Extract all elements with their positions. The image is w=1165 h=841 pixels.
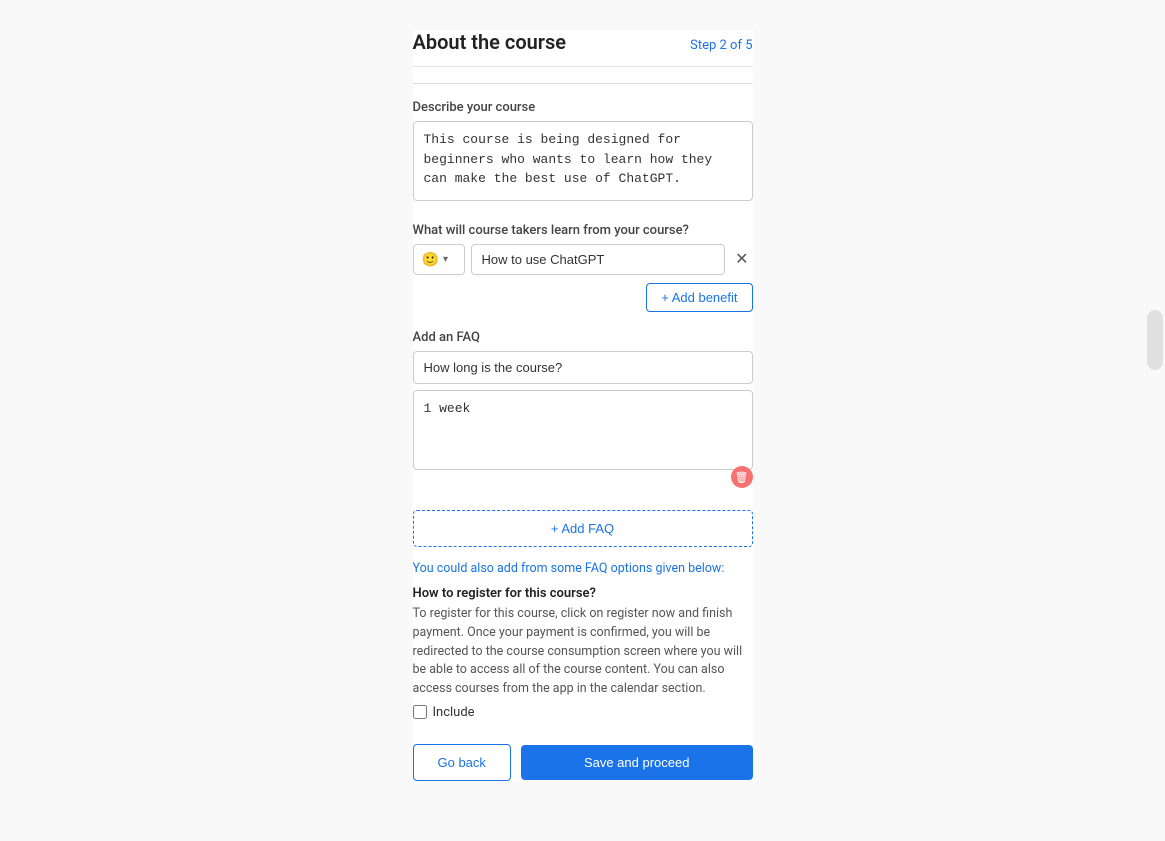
include-row: Include	[413, 705, 753, 720]
faq-suggestion-intro: You could also add from some FAQ options…	[413, 561, 753, 576]
include-checkbox[interactable]	[413, 705, 427, 719]
scroll-indicator	[1147, 310, 1163, 370]
describe-section: Describe your course	[413, 100, 753, 205]
suggestion-answer: To register for this course, click on re…	[413, 605, 753, 699]
emoji-selector-button[interactable]: 🙂 ▾	[413, 244, 465, 275]
trash-icon: 🗑	[735, 471, 749, 484]
emoji-icon: 🙂	[422, 251, 439, 268]
faq-answer-wrapper: 1 week 🗑	[413, 390, 753, 474]
include-label: Include	[433, 705, 475, 720]
step-indicator: Step 2 of 5	[690, 38, 752, 53]
benefit-input[interactable]	[471, 244, 726, 275]
benefit-label: What will course takers learn from your …	[413, 223, 753, 238]
faq-question-input[interactable]	[413, 351, 753, 384]
save-proceed-button[interactable]: Save and proceed	[521, 745, 753, 780]
describe-label: Describe your course	[413, 100, 753, 115]
footer-buttons: Go back Save and proceed	[413, 744, 753, 781]
suggestion-question: How to register for this course?	[413, 586, 753, 601]
remove-benefit-button[interactable]: ✕	[731, 250, 752, 270]
faq-delete-button[interactable]: 🗑	[731, 466, 753, 488]
benefit-section: What will course takers learn from your …	[413, 223, 753, 312]
faq-section: Add an FAQ 1 week 🗑	[413, 330, 753, 474]
add-faq-button[interactable]: + Add FAQ	[413, 510, 753, 547]
go-back-button[interactable]: Go back	[413, 744, 511, 781]
add-benefit-wrapper: + Add benefit	[413, 283, 753, 312]
faq-label: Add an FAQ	[413, 330, 753, 345]
chevron-down-icon: ▾	[443, 254, 448, 265]
benefit-row: 🙂 ▾ ✕	[413, 244, 753, 275]
page-title: About the course	[413, 30, 567, 54]
faq-suggestion-item: How to register for this course? To regi…	[413, 586, 753, 720]
form-header: About the course Step 2 of 5	[413, 30, 753, 67]
header-divider	[413, 83, 753, 84]
add-benefit-button[interactable]: + Add benefit	[646, 283, 752, 312]
faq-answer-textarea[interactable]: 1 week	[413, 390, 753, 470]
describe-textarea[interactable]	[413, 121, 753, 201]
